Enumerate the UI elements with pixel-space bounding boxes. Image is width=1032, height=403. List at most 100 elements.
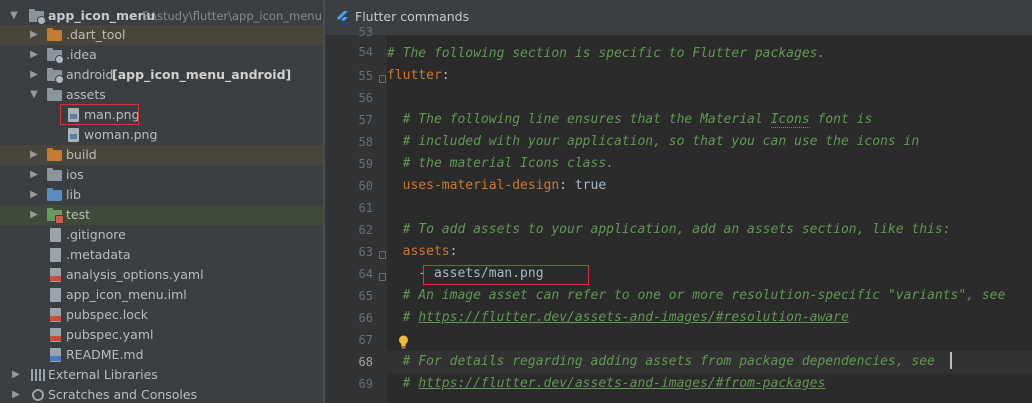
tree-item-label: .metadata [66,247,131,262]
tree-item-assets[interactable]: ▼ assets [0,85,325,105]
tree-item-label: .gitignore [66,227,126,242]
file-icon [50,248,61,262]
tree-item-man-png[interactable]: man.png [0,105,325,125]
tree-item-build[interactable]: ▶ build [0,145,325,165]
image-file-icon [68,128,79,142]
highlight-box-assets-man-png [423,265,589,285]
tree-item-label: Scratches and Consoles [48,387,198,402]
chevron-right-icon[interactable]: ▶ [29,65,39,85]
folder-icon [47,88,62,101]
code-line-66: # https://flutter.dev/assets-and-images/… [387,307,849,329]
code-line-65: # An image asset can refer to one or mor… [387,288,1006,303]
tree-item-ios[interactable]: ▶ ios [0,165,325,185]
chevron-right-icon[interactable]: ▶ [29,165,39,185]
tree-item-scratches[interactable]: ▶ Scratches and Consoles [0,385,325,403]
fold-marker[interactable] [379,251,386,259]
tree-item-woman-png[interactable]: woman.png [0,125,325,145]
tree-item-pubspec-yaml[interactable]: pubspec.yaml [0,325,325,345]
line-number: 55 [358,69,373,83]
tree-item-analysis-options[interactable]: analysis_options.yaml [0,265,325,285]
tree-item-pubspec-lock[interactable]: pubspec.lock [0,305,325,325]
lightbulb-icon[interactable] [398,335,409,349]
tree-item-module: [app_icon_menu_android] [112,67,292,82]
code-line-55: flutter: [387,65,450,87]
folder-icon [29,9,46,25]
tree-item-lib[interactable]: ▶ lib [0,185,325,205]
tree-item-android[interactable]: ▶ android [app_icon_menu_android] [0,65,325,85]
fold-marker[interactable] [379,273,386,281]
code-line-63: assets: [387,241,458,263]
chevron-down-icon[interactable]: ▼ [9,6,19,26]
comment-hash: # [387,376,419,391]
tree-item-label: External Libraries [48,367,158,382]
folder-icon [47,168,62,181]
yaml-file-icon [50,308,61,322]
tree-item-label: app_icon_menu.iml [66,287,187,302]
folder-icon [47,68,64,84]
tree-item-external-libraries[interactable]: ▶ External Libraries [0,365,325,385]
link-from-packages[interactable]: https://flutter.dev/assets-and-images/#f… [418,376,825,391]
tree-item-readme[interactable]: README.md [0,345,325,365]
yaml-key-assets: assets [387,244,450,259]
file-icon [50,288,61,302]
tree-item-gitignore[interactable]: .gitignore [0,225,325,245]
tree-item-label: README.md [66,347,144,362]
tree-root-app-icon-menu[interactable]: ▼ app_icon_menu E:\study\flutter\app_ico… [0,6,325,26]
tree-item-iml[interactable]: app_icon_menu.iml [0,285,325,305]
chevron-right-icon[interactable]: ▶ [29,45,39,65]
chevron-right-icon[interactable]: ▶ [29,185,39,205]
yaml-key-uses-material-design: uses-material-design [387,178,560,193]
tree-item-dart-tool[interactable]: ▶ .dart_tool [0,25,325,45]
code-line-60: uses-material-design: true [387,175,607,197]
line-number: 56 [358,91,373,105]
folder-icon [47,208,64,224]
tree-item-test[interactable]: ▶ test [0,205,325,225]
scratches-icon [32,389,44,401]
yaml-value-true: : true [559,178,607,193]
chevron-right-icon[interactable]: ▶ [11,385,21,403]
file-icon [50,228,61,242]
yaml-colon: : [449,244,458,259]
yaml-file-icon [50,328,61,342]
chevron-right-icon[interactable]: ▶ [29,205,39,225]
tree-item-label: pubspec.lock [66,307,149,322]
comment-text: font is [809,112,873,127]
line-number: 58 [358,135,373,149]
code-line-68: # For details regarding adding assets fr… [387,354,935,369]
tree-root-label: app_icon_menu [48,8,156,23]
chevron-right-icon[interactable]: ▶ [29,25,39,45]
tree-item-label: .idea [66,47,97,62]
editor-gutter[interactable]: 53 54 55 56 57 58 59 60 61 62 63 64 65 6… [325,25,387,403]
tree-item-label: pubspec.yaml [66,327,154,342]
banner-title[interactable]: Flutter commands [355,9,469,24]
line-number: 69 [358,377,373,391]
tree-item-label: woman.png [84,127,158,142]
chevron-right-icon[interactable]: ▶ [11,365,21,385]
line-number: 57 [358,113,373,127]
line-number: 66 [358,311,373,325]
chevron-down-icon[interactable]: ▼ [29,85,39,105]
link-resolution-aware[interactable]: https://flutter.dev/assets-and-images/#r… [418,310,848,325]
folder-icon [47,148,62,161]
code-line-58: # included with your application, so tha… [387,134,920,149]
project-tree-panel[interactable]: ▼ app_icon_menu E:\study\flutter\app_ico… [0,0,325,403]
folder-icon [47,48,64,64]
flutter-commands-banner: Flutter commands [325,0,1032,36]
code-line-62: # To add assets to your application, add… [387,222,951,237]
line-number: 60 [358,179,373,193]
chevron-right-icon[interactable]: ▶ [29,145,39,165]
tree-item-label: assets [66,87,106,102]
tree-item-metadata[interactable]: .metadata [0,245,325,265]
markdown-file-icon [50,348,61,362]
code-editor[interactable]: # The following section is specific to F… [387,36,1032,403]
line-number: 59 [358,157,373,171]
fold-marker[interactable] [379,75,386,83]
tree-item-label: lib [66,187,81,202]
line-number: 61 [358,201,373,215]
library-icon [31,369,45,381]
code-line-57: # The following line ensures that the Ma… [387,109,872,131]
tree-root-path: E:\study\flutter\app_icon_menu [142,9,322,23]
highlight-box-man-png [60,104,139,125]
code-line-54: # The following section is specific to F… [387,46,826,61]
tree-item-idea[interactable]: ▶ .idea [0,45,325,65]
